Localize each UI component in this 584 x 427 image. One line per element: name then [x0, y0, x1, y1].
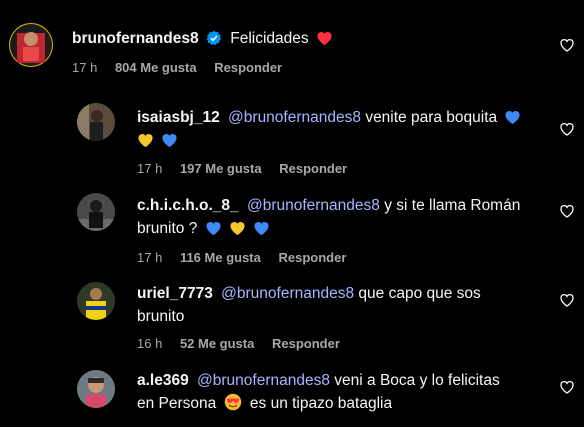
verified-badge-icon — [206, 30, 221, 46]
comment-text-line2b: es un tipazo bataglia — [249, 395, 393, 412]
avatar[interactable] — [77, 282, 115, 320]
timestamp: 16 h — [137, 336, 163, 351]
avatar[interactable] — [77, 193, 115, 231]
username[interactable]: uriel_7773 — [137, 285, 213, 302]
timestamp: 17 h — [137, 161, 163, 176]
like-heart-icon[interactable] — [559, 37, 575, 53]
username[interactable]: c.h.i.c.h.o._8_ — [137, 197, 239, 214]
heart-eyes-emoji — [224, 393, 241, 411]
blue-heart-emoji — [254, 222, 269, 236]
blue-heart-emoji — [162, 134, 177, 148]
avatar[interactable] — [9, 23, 53, 67]
like-heart-icon[interactable] — [559, 292, 575, 308]
likes-count[interactable]: 52 Me gusta — [180, 336, 254, 351]
username[interactable]: isaiasbj_12 — [137, 109, 220, 126]
like-heart-icon[interactable] — [559, 121, 575, 137]
comment-meta: 16 h 52 Me gusta Responder — [137, 336, 354, 351]
yellow-heart-emoji — [230, 222, 245, 236]
reply-button[interactable]: Responder — [214, 60, 282, 75]
comment-content: a.le369 @brunofernandes8 veni a Boca y l… — [137, 369, 552, 415]
comment-text: Felicidades — [230, 30, 309, 47]
like-heart-icon[interactable] — [559, 379, 575, 395]
red-heart-emoji — [317, 32, 332, 46]
timestamp: 17 h — [137, 250, 163, 265]
comment-content: uriel_7773 @brunofernandes8 que capo que… — [137, 282, 552, 328]
likes-count[interactable]: 116 Me gusta — [180, 250, 261, 265]
comment-meta: 17 h 197 Me gusta Responder — [137, 161, 361, 176]
comment-brunofernandes8: brunofernandes8 Felicidades 17 h 804 Me … — [0, 0, 584, 90]
avatar[interactable] — [77, 103, 115, 141]
mention[interactable]: @brunofernandes8 — [197, 372, 330, 389]
username[interactable]: a.le369 — [137, 372, 189, 389]
comment-text-line2: brunito ? — [137, 220, 198, 237]
mention[interactable]: @brunofernandes8 — [228, 109, 361, 126]
comment-text: veni a Boca y lo felicitas — [334, 372, 500, 389]
comment-content: isaiasbj_12 @brunofernandes8 venite para… — [137, 106, 557, 152]
avatar[interactable] — [77, 370, 115, 408]
reply-uriel_7773: uriel_7773 @brunofernandes8 que capo que… — [0, 275, 584, 365]
mention[interactable]: @brunofernandes8 — [221, 285, 354, 302]
comment-content: brunofernandes8 Felicidades — [72, 27, 333, 50]
reply-button[interactable]: Responder — [279, 250, 347, 265]
reply-isaiasbj_12: isaiasbj_12 @brunofernandes8 venite para… — [0, 95, 584, 185]
like-heart-icon[interactable] — [559, 203, 575, 219]
comment-text: que capo que sos — [358, 285, 481, 302]
reply-a.le369: a.le369 @brunofernandes8 veni a Boca y l… — [0, 362, 584, 427]
blue-heart-emoji — [505, 111, 521, 125]
reply-button[interactable]: Responder — [279, 161, 347, 176]
reply-button[interactable]: Responder — [272, 336, 340, 351]
timestamp: 17 h — [72, 60, 98, 75]
yellow-heart-emoji — [138, 134, 153, 148]
username[interactable]: brunofernandes8 — [72, 30, 199, 47]
comment-meta: 17 h 116 Me gusta Responder — [137, 250, 360, 265]
blue-heart-emoji — [206, 222, 221, 236]
comment-text-line2a: en Persona — [137, 395, 217, 412]
comment-meta: 17 h 804 Me gusta Responder — [72, 60, 296, 75]
likes-count[interactable]: 197 Me gusta — [180, 161, 262, 176]
comment-text: venite para boquita — [365, 109, 498, 126]
comment-text: y si te llama Román — [384, 197, 521, 214]
reply-chicho8: c.h.i.c.h.o._8_ @brunofernandes8 y si te… — [0, 185, 584, 275]
comment-text-line2: brunito — [137, 308, 185, 325]
likes-count[interactable]: 804 Me gusta — [115, 60, 197, 75]
mention[interactable]: @brunofernandes8 — [247, 197, 380, 214]
comment-content: c.h.i.c.h.o._8_ @brunofernandes8 y si te… — [137, 194, 552, 240]
